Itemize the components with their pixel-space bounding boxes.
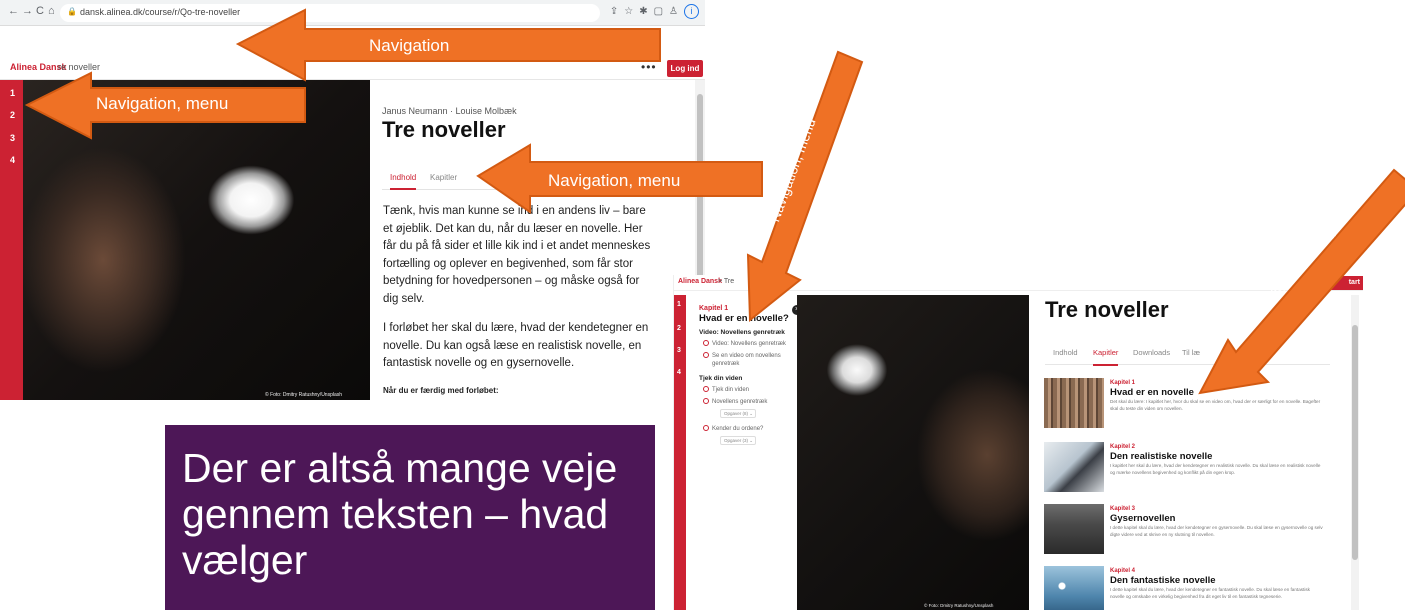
- arrow-label-navigation-menu: Navigation, menu: [96, 94, 229, 113]
- arrow-label-navigation: Navigation: [369, 36, 450, 55]
- arrow-label-tabs: Navigation, menu: [548, 171, 681, 190]
- annotation-arrows: [24, 8, 1405, 395]
- arrow-navigation-menu-diag2: [1198, 168, 1405, 395]
- arrow-navigation-menu-diag1: [746, 50, 864, 323]
